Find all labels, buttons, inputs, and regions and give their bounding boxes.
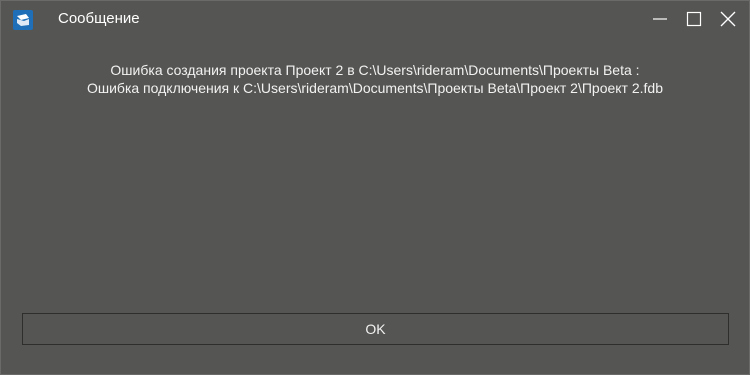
close-icon[interactable] bbox=[711, 1, 745, 37]
error-message-line-2: Ошибка подключения к C:\Users\rideram\Do… bbox=[86, 80, 664, 96]
window-title: Сообщение bbox=[58, 10, 140, 27]
ok-button[interactable]: OK bbox=[22, 313, 729, 345]
app-logo-icon bbox=[13, 10, 33, 30]
minimize-icon[interactable] bbox=[643, 1, 677, 37]
error-message: Ошибка создания проекта Проект 2 в C:\Us… bbox=[1, 61, 749, 97]
error-message-line-1: Ошибка создания проекта Проект 2 в C:\Us… bbox=[110, 62, 640, 78]
title-bar[interactable]: Сообщение bbox=[1, 1, 749, 37]
maximize-icon[interactable] bbox=[677, 1, 711, 37]
message-dialog: Сообщение Ошибка создания проекта Проект… bbox=[0, 0, 750, 375]
